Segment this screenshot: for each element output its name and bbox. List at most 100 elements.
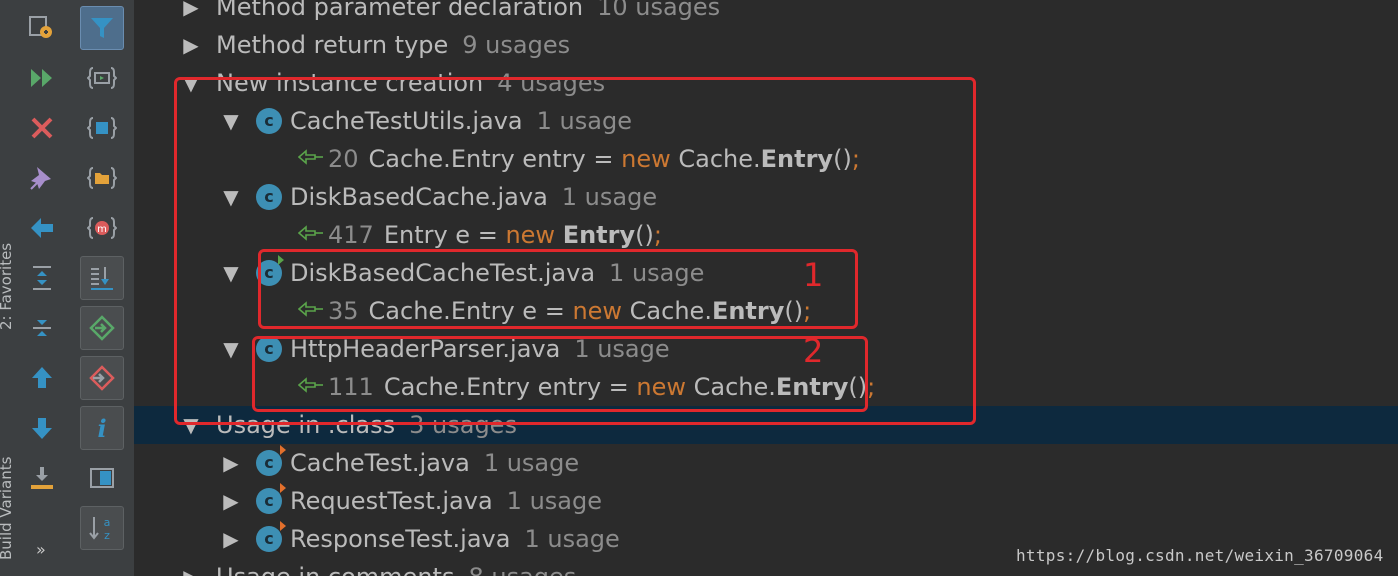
usage-count: 1 usage xyxy=(506,487,602,515)
usage-count: 1 usage xyxy=(574,335,670,363)
expand-all-icon[interactable] xyxy=(20,256,64,300)
file-row[interactable]: ▼ c DiskBasedCacheTest.java 1 usage xyxy=(134,254,1398,292)
collapse-arrow-icon[interactable]: ▼ xyxy=(220,109,242,133)
file-name: CacheTest.java xyxy=(290,449,470,477)
sort-alphabetically-icon[interactable]: az xyxy=(80,506,124,550)
usage-count: 1 usage xyxy=(483,449,580,477)
keyword-token: new xyxy=(621,145,671,173)
code-token: () xyxy=(635,221,654,249)
previous-icon[interactable] xyxy=(20,206,64,250)
favorites-tab[interactable]: 2: Favorites xyxy=(0,243,14,330)
usage-group-row[interactable]: ▼ Usage in .class 3 usages xyxy=(134,406,1398,444)
line-number: 417 xyxy=(328,221,374,249)
usage-count: 4 usages xyxy=(497,69,606,97)
expand-arrow-icon[interactable]: ▶ xyxy=(220,527,242,551)
run-badge-icon xyxy=(280,521,286,531)
expand-arrow-icon[interactable]: ▶ xyxy=(180,0,202,19)
rerun-icon[interactable] xyxy=(20,56,64,100)
group-by-method-icon[interactable]: m xyxy=(80,206,124,250)
run-badge-icon xyxy=(280,483,286,493)
code-snippet: Cache.Entry entry = new Cache.Entry(); xyxy=(384,373,875,401)
usage-group-row[interactable]: ▼ New instance creation 4 usages xyxy=(134,64,1398,102)
file-name: ResponseTest.java xyxy=(290,525,511,553)
expand-arrow-icon[interactable]: ▶ xyxy=(220,489,242,513)
group-label: Usage in comments xyxy=(216,563,454,576)
close-icon[interactable] xyxy=(20,106,64,150)
info-icon[interactable]: i xyxy=(80,406,124,450)
collapse-all-icon[interactable] xyxy=(20,306,64,350)
line-number: 20 xyxy=(328,145,359,173)
usage-row[interactable]: 417 Entry e = new Entry(); xyxy=(134,216,1398,254)
build-variants-tab[interactable]: Build Variants xyxy=(0,457,14,560)
file-name: RequestTest.java xyxy=(290,487,493,515)
usage-arrow-icon xyxy=(297,147,324,171)
code-token: ; xyxy=(653,221,662,249)
usage-row[interactable]: 111 Cache.Entry entry = new Cache.Entry()… xyxy=(134,368,1398,406)
usage-count: 3 usages xyxy=(409,411,517,439)
usage-row[interactable]: 20 Cache.Entry entry = new Cache.Entry(); xyxy=(134,140,1398,178)
code-token: Entry xyxy=(775,373,849,401)
expand-arrow-icon[interactable]: ▶ xyxy=(180,565,202,576)
code-snippet: Entry e = new Entry(); xyxy=(384,221,662,249)
pin-icon[interactable] xyxy=(20,156,64,200)
usage-count: 1 usage xyxy=(561,183,658,211)
show-read-access-icon[interactable] xyxy=(80,356,124,400)
file-name: CacheTestUtils.java xyxy=(290,107,523,135)
keyword-token: new xyxy=(572,297,623,325)
group-by-directory-icon[interactable] xyxy=(80,156,124,200)
file-row[interactable]: ▼ c CacheTestUtils.java 1 usage xyxy=(134,102,1398,140)
expand-arrow-icon[interactable]: ▶ xyxy=(220,451,242,475)
test-class-icon: c xyxy=(256,255,284,286)
collapse-arrow-icon[interactable]: ▼ xyxy=(220,185,242,209)
group-by-module-icon[interactable] xyxy=(80,56,124,100)
merge-usages-icon[interactable] xyxy=(80,306,124,350)
usage-group-row[interactable]: ▶ Method parameter declaration 10 usages xyxy=(134,0,1398,26)
usage-row[interactable]: 35 Cache.Entry e = new Cache.Entry(); xyxy=(134,292,1398,330)
code-token: Cache.Entry entry = xyxy=(383,373,637,401)
code-token: ; xyxy=(867,373,876,401)
file-row[interactable]: ▼ c DiskBasedCache.java 1 usage xyxy=(134,178,1398,216)
settings-wrench-icon[interactable] xyxy=(20,6,64,50)
usage-count: 1 usage xyxy=(524,525,620,553)
code-token: ; xyxy=(803,297,812,325)
file-row[interactable]: ▶ c CacheTest.java 1 usage xyxy=(134,444,1398,482)
code-token: Entry xyxy=(760,145,834,173)
file-name: DiskBasedCacheTest.java xyxy=(290,259,596,287)
file-row[interactable]: ▶ c RequestTest.java 1 usage xyxy=(134,482,1398,520)
group-by-package-icon[interactable] xyxy=(80,106,124,150)
line-number: 35 xyxy=(328,297,359,325)
usage-count: 8 usages xyxy=(468,563,576,576)
file-row[interactable]: ▼ c HttpHeaderParser.java 1 usage xyxy=(134,330,1398,368)
collapse-arrow-icon[interactable]: ▼ xyxy=(180,413,202,437)
expand-arrow-icon[interactable]: ▶ xyxy=(180,33,202,57)
usage-group-row[interactable]: ▶ Method return type 9 usages xyxy=(134,26,1398,64)
watermark: https://blog.csdn.net/weixin_36709064 xyxy=(1016,546,1384,565)
filter-icon[interactable] xyxy=(80,6,124,50)
preview-icon[interactable] xyxy=(80,456,124,500)
collapse-arrow-icon[interactable]: ▼ xyxy=(220,337,242,361)
code-token: Cache. xyxy=(622,297,712,325)
export-icon[interactable] xyxy=(20,456,64,500)
previous-occurrence-icon[interactable] xyxy=(20,356,64,400)
tool-window-strip: 2: Favorites Build Variants xyxy=(0,0,14,576)
test-class-icon: c xyxy=(256,483,286,514)
usage-count: 1 usage xyxy=(609,259,705,287)
code-token: Cache. xyxy=(686,373,776,401)
run-badge-icon xyxy=(278,255,284,265)
file-name: HttpHeaderParser.java xyxy=(290,335,561,363)
group-label: Method return type xyxy=(216,31,449,59)
code-snippet: Cache.Entry entry = new Cache.Entry(); xyxy=(369,145,860,173)
next-occurrence-icon[interactable] xyxy=(20,406,64,450)
code-token: ; xyxy=(851,145,860,173)
class-icon: c xyxy=(256,336,282,362)
svg-text:i: i xyxy=(97,414,106,443)
collapse-arrow-icon[interactable]: ▼ xyxy=(220,261,242,285)
code-token: Entry xyxy=(562,221,636,249)
usage-arrow-icon xyxy=(297,375,324,399)
collapse-arrow-icon[interactable]: ▼ xyxy=(180,71,202,95)
run-badge-icon xyxy=(280,445,286,455)
group-label: New instance creation xyxy=(216,69,484,97)
more-actions-icon[interactable]: » xyxy=(36,540,46,559)
autoscroll-to-source-icon[interactable] xyxy=(80,256,124,300)
